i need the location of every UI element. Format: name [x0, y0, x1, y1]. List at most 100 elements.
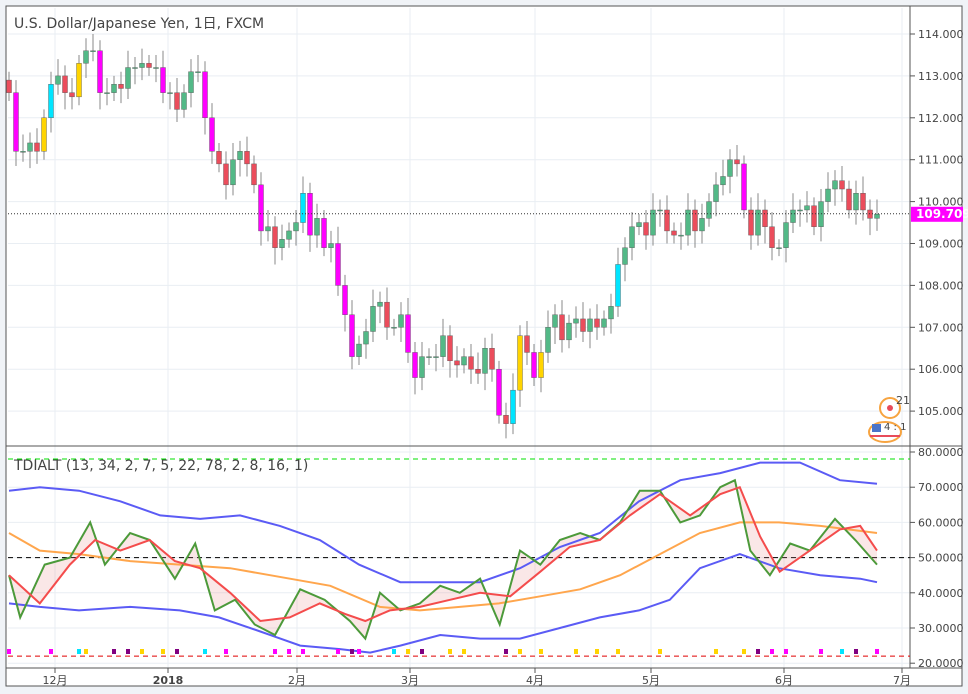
candle	[552, 314, 558, 328]
candle	[188, 71, 194, 93]
candle	[272, 226, 278, 248]
chart-canvas[interactable]: U.S. Dollar/Japanese Yen, 1日, FXCM TDIAL…	[0, 0, 968, 694]
signal-dot	[875, 649, 879, 654]
candle	[671, 230, 677, 236]
candle	[496, 369, 502, 416]
chart-frame	[5, 5, 963, 687]
signal-dot	[462, 649, 466, 654]
signal-dot	[539, 649, 543, 654]
price-tick-label: 112.000	[918, 112, 964, 125]
signal-dot	[854, 649, 858, 654]
candle	[300, 193, 306, 223]
candle	[580, 318, 586, 332]
candle	[769, 226, 775, 248]
candle	[811, 205, 817, 227]
signal-dot	[420, 649, 424, 654]
indicator-tick-label: 60.0000	[918, 516, 964, 529]
candle	[83, 50, 89, 64]
candle	[720, 176, 726, 186]
candle	[615, 264, 621, 307]
candle	[783, 222, 789, 248]
signal-dot	[742, 649, 746, 654]
indicator-tick-label: 20.0000	[918, 657, 964, 670]
signal-dot	[112, 649, 116, 654]
flag-canton	[872, 424, 881, 432]
candle	[566, 322, 572, 341]
candle	[699, 218, 705, 232]
indicator-label[interactable]: TDIALT (13, 34, 2, 7, 5, 22, 78, 2, 8, 1…	[13, 458, 308, 474]
candle	[524, 335, 530, 353]
candle	[174, 92, 180, 110]
signal-dot	[406, 649, 410, 654]
signal-dot	[504, 649, 508, 654]
indicator-tick-label: 80.0000	[918, 446, 964, 459]
candle	[398, 314, 404, 328]
candle	[265, 226, 271, 232]
candle	[419, 356, 425, 378]
candle	[405, 314, 411, 353]
candle	[692, 209, 698, 232]
candle	[97, 50, 103, 93]
candle	[6, 79, 12, 93]
candle	[790, 209, 796, 223]
candle	[825, 188, 831, 202]
signal-dot	[287, 649, 291, 654]
candle	[874, 213, 880, 219]
signal-dot	[574, 649, 578, 654]
candle	[258, 184, 264, 232]
candle	[76, 63, 82, 98]
signal-dot	[126, 649, 130, 654]
candle	[118, 84, 124, 89]
last-price-text: 109.709	[916, 207, 968, 221]
time-tick-label: 3月	[401, 674, 419, 687]
signal-dot	[301, 649, 305, 654]
candle	[125, 67, 131, 89]
candle	[461, 356, 467, 366]
candle	[482, 348, 488, 374]
candle	[587, 318, 593, 332]
candle	[741, 163, 747, 211]
candle	[664, 209, 670, 232]
signal-dot	[616, 649, 620, 654]
candle	[426, 356, 432, 358]
candle	[804, 205, 810, 211]
candle	[594, 318, 600, 328]
indicator-tick-label: 70.0000	[918, 481, 964, 494]
event-count-top: 21	[896, 394, 910, 407]
candle	[216, 151, 222, 165]
candle	[678, 234, 684, 237]
time-tick-label: 2月	[288, 674, 306, 687]
signal-dot	[714, 649, 718, 654]
candle	[454, 360, 460, 366]
signal-dot	[448, 649, 452, 654]
price-tick-label: 107.000	[918, 321, 964, 334]
signal-dot	[7, 649, 11, 654]
signal-dot	[518, 649, 522, 654]
candle	[342, 285, 348, 315]
candle	[839, 180, 845, 190]
candle	[622, 247, 628, 265]
candle	[328, 243, 334, 248]
candle	[48, 84, 54, 118]
signal-dot	[161, 649, 165, 654]
candle	[713, 184, 719, 202]
candle	[104, 92, 110, 94]
candle	[223, 163, 229, 186]
signal-dot	[273, 649, 277, 654]
candle	[384, 301, 390, 328]
candle	[286, 230, 292, 240]
candle	[412, 352, 418, 378]
candle	[727, 159, 733, 177]
candle	[503, 415, 509, 424]
candle	[349, 314, 355, 357]
candle	[545, 327, 551, 353]
candle	[293, 222, 299, 232]
candle	[510, 389, 516, 424]
time-tick-label: 5月	[642, 674, 660, 687]
candle	[34, 142, 40, 152]
candle	[433, 356, 439, 358]
candle	[356, 343, 362, 357]
candle	[251, 163, 257, 186]
candle	[440, 335, 446, 357]
candle	[538, 352, 544, 378]
